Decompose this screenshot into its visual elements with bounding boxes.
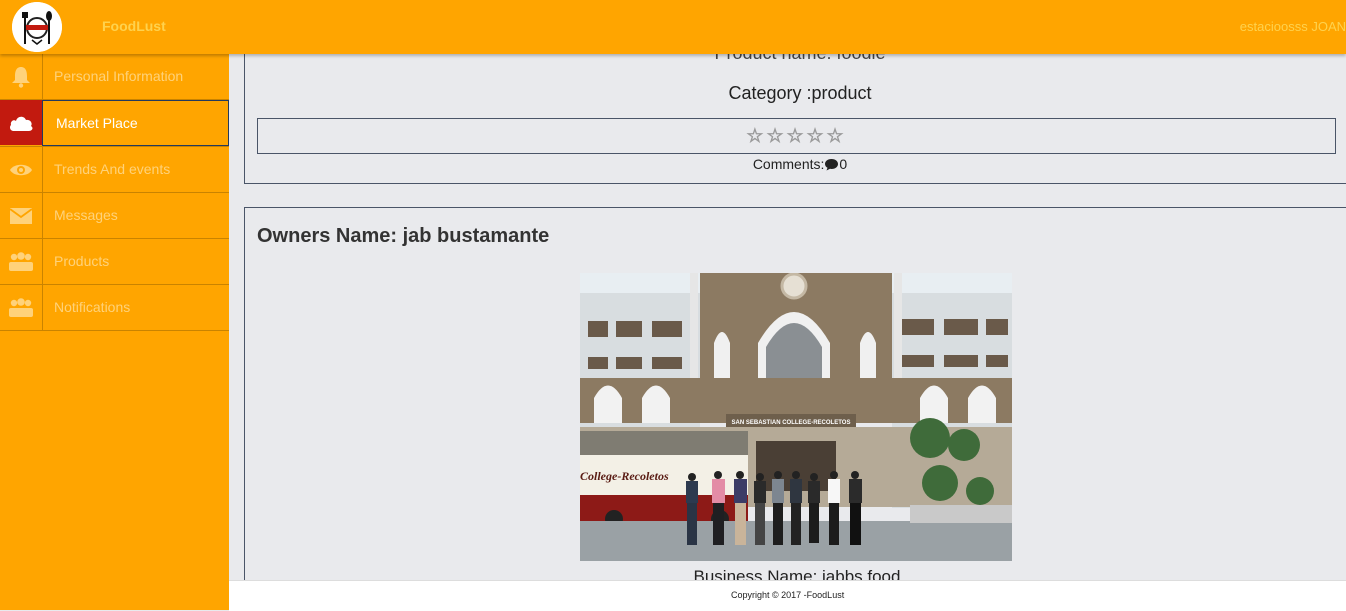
business-photo: SAN SEBASTIAN COLLEGE-RECOLETOS College-… [580, 273, 1012, 561]
sidebar-item-label: Market Place [56, 115, 138, 131]
bus-text: College-Recoletos [580, 469, 669, 483]
user-name[interactable]: estacioosss JOAN [1240, 19, 1346, 34]
brand-name[interactable]: FoodLust [102, 18, 166, 34]
sidebar-item-products[interactable]: Products [0, 239, 229, 285]
footer: Copyright © 2017 -FoodLust [229, 580, 1346, 611]
comment-icon [825, 158, 839, 170]
product-category: Category :product [728, 83, 872, 103]
product-card: Product name: foodie Category :product ☆… [244, 54, 1346, 184]
copyright-text: Copyright © 2017 -FoodLust [731, 590, 845, 600]
sidebar-item-notifications[interactable]: Notifications [0, 285, 229, 331]
cloud-icon [0, 100, 42, 145]
restaurant-logo-icon [12, 2, 62, 52]
comments-label: Comments: [752, 156, 825, 172]
sidebar-item-market-place[interactable]: Market Place [0, 100, 229, 147]
product-name: Product name: foodie [245, 54, 1346, 64]
users-icon [0, 239, 43, 284]
envelope-icon [0, 193, 43, 238]
building-sign: SAN SEBASTIAN COLLEGE-RECOLETOS [732, 420, 851, 426]
sidebar-item-label: Notifications [54, 299, 131, 315]
sidebar-item-trends-and-events[interactable]: Trends And events [0, 147, 229, 193]
sidebar-item-messages[interactable]: Messages [0, 193, 229, 239]
sidebar-item-label: Messages [54, 207, 118, 223]
users-icon [0, 285, 43, 330]
eye-icon [0, 147, 43, 192]
sidebar: Personal Information Market Place Trends… [0, 54, 229, 610]
logo[interactable] [12, 2, 62, 52]
owner-card: Owners Name: jab bustamante SAN SEBASTIA… [244, 207, 1346, 610]
sidebar-item-label: Personal Information [54, 68, 184, 84]
comments-link[interactable]: Comments: 0 [245, 156, 1346, 172]
main-content[interactable]: Product name: foodie Category :product ☆… [229, 54, 1346, 610]
top-bar: FoodLust estacioosss JOAN [0, 0, 1346, 54]
sidebar-item-label: Products [54, 253, 110, 269]
bell-icon [0, 54, 43, 99]
owner-name: Owners Name: jab bustamante [257, 225, 550, 247]
sidebar-item-personal-information[interactable]: Personal Information [0, 54, 229, 100]
comments-count: 0 [839, 156, 848, 172]
sidebar-item-label: Trends And events [54, 161, 171, 177]
rating-box: ☆☆☆☆☆ [257, 118, 1336, 154]
star-rating[interactable]: ☆☆☆☆☆ [746, 125, 846, 148]
